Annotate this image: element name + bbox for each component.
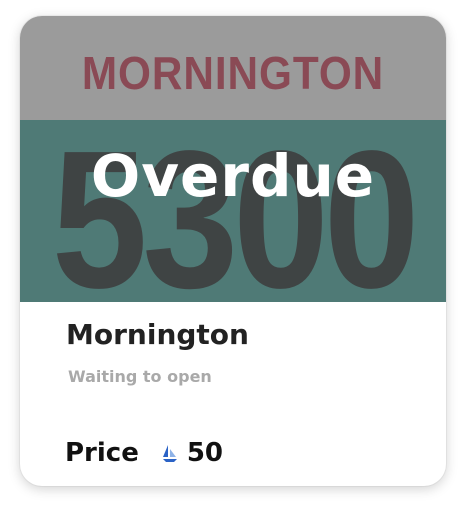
price-row: Price 50 xyxy=(65,435,223,471)
card-banner-image: MORNINGTON 5300 Overdue xyxy=(20,16,446,302)
item-card[interactable]: MORNINGTON 5300 Overdue Mornington Waiti… xyxy=(20,16,446,486)
status-overlay: Overdue xyxy=(90,142,376,210)
price-label: Price xyxy=(65,438,139,468)
banner-word: MORNINGTON xyxy=(81,47,385,99)
card-subtitle: Waiting to open xyxy=(68,367,212,386)
price-value: 50 xyxy=(186,438,224,468)
sailboat-coin-icon xyxy=(161,443,179,463)
card-title: Mornington xyxy=(66,318,249,351)
